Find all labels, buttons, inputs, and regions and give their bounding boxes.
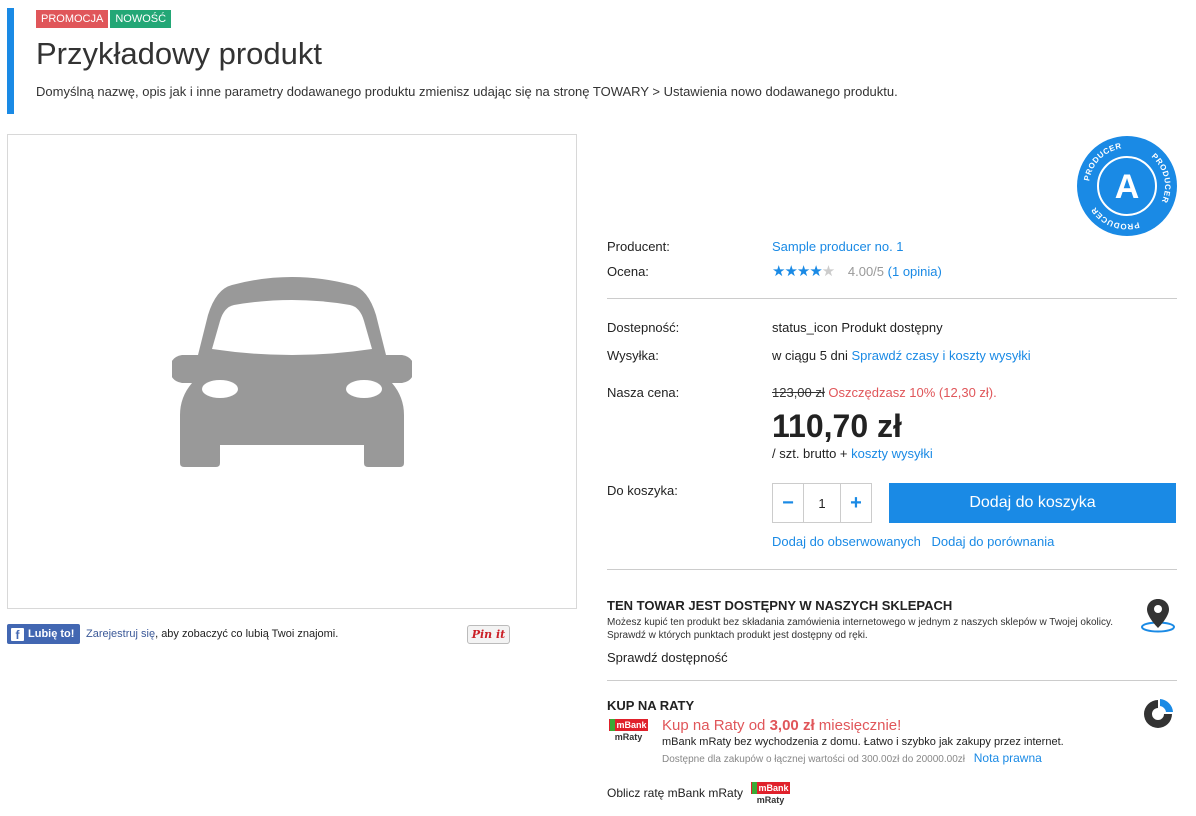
unit-text: / szt. brutto +: [772, 446, 848, 461]
compare-link[interactable]: Dodaj do porównania: [932, 534, 1055, 549]
pinterest-button[interactable]: Pin it: [467, 625, 510, 644]
facebook-text: Zarejestruj się, aby zobaczyć co lubią T…: [86, 628, 338, 640]
mbank-logo: mBank mRaty: [609, 719, 648, 743]
mbank-logo-bottom: mRaty: [614, 732, 643, 742]
like-label: Lubię to!: [28, 628, 75, 640]
mbank-logo-small[interactable]: mBank mRaty: [751, 782, 790, 806]
decrease-button[interactable]: −: [773, 484, 803, 522]
price-unit: / szt. brutto + koszty wysyłki: [772, 446, 933, 461]
badge-group: PROMOCJA NOWOŚĆ: [36, 10, 172, 28]
promo-badge: PROMOCJA: [36, 10, 109, 28]
installments-chart-icon: [1144, 699, 1173, 728]
rating-stars[interactable]: ★★★★★: [772, 262, 835, 280]
producer-logo[interactable]: PRODUCER PRODUCER PRODUCER A: [1077, 136, 1177, 236]
price-info: 123,00 zł Oszczędzasz 10% (12,30 zł).: [772, 385, 997, 400]
map-pin-icon: [1141, 599, 1175, 633]
shipping-label: Wysyłka:: [607, 348, 659, 363]
register-link[interactable]: Zarejestruj się: [86, 628, 155, 640]
status-icon: status_icon: [772, 320, 838, 335]
product-description: Domyślną nazwę, opis jak i inne parametr…: [36, 84, 898, 99]
old-price: 123,00 zł: [772, 385, 825, 400]
legal-note-link[interactable]: Nota prawna: [974, 751, 1042, 765]
new-badge: NOWOŚĆ: [110, 10, 172, 28]
savings-text: Oszczędzasz 10% (12,30 zł).: [828, 385, 997, 400]
current-price: 110,70 zł: [772, 408, 902, 444]
add-to-cart-button[interactable]: Dodaj do koszyka: [889, 483, 1176, 523]
headline-pre: Kup na Raty od: [662, 717, 766, 734]
stores-title: TEN TOWAR JEST DOSTĘPNY W NASZYCH SKLEPA…: [607, 598, 953, 613]
divider: [607, 298, 1177, 299]
increase-button[interactable]: +: [841, 484, 871, 522]
mbank-small-bottom: mRaty: [756, 795, 785, 805]
product-image[interactable]: [7, 134, 577, 609]
headline-amount: 3,00 zł: [769, 717, 815, 734]
mbank-small-top: mBank: [758, 783, 789, 793]
watch-link[interactable]: Dodaj do obserwowanych: [772, 534, 921, 549]
check-availability-link[interactable]: Sprawdź dostępność: [607, 650, 728, 665]
reviews-link[interactable]: (1 opinia): [888, 264, 942, 279]
quantity-stepper: − 1 +: [772, 483, 872, 523]
quantity-input[interactable]: 1: [803, 484, 841, 522]
register-rest: , aby zobaczyć co lubią Twoi znajomi.: [155, 628, 339, 640]
calc-installment-link[interactable]: Oblicz ratę mBank mRaty: [607, 786, 743, 800]
installments-headline: Kup na Raty od 3,00 zł miesięcznie!: [662, 717, 901, 734]
installments-note: Dostępne dla zakupów o łącznej wartości …: [662, 754, 965, 765]
page-title: Przykładowy produkt: [36, 36, 323, 71]
facebook-like-button[interactable]: f Lubię to!: [7, 624, 80, 644]
divider: [607, 680, 1177, 681]
divider: [607, 569, 1177, 570]
availability: status_icon Produkt dostępny: [772, 320, 943, 335]
availability-label: Dostepność:: [607, 320, 680, 335]
installments-note-row: Dostępne dla zakupów o łącznej wartości …: [662, 751, 1042, 765]
shipping-value: w ciągu 5 dni: [772, 348, 848, 363]
rating: ★★★★★ 4.00/5 (1 opinia): [772, 262, 942, 280]
producer-label: Producent:: [607, 239, 670, 254]
social-bar: f Lubię to! Zarejestruj się, aby zobaczy…: [7, 624, 513, 644]
product-header: PROMOCJA NOWOŚĆ Przykładowy produkt Domy…: [7, 8, 1187, 114]
cart-label: Do koszyka:: [607, 483, 678, 498]
stores-text: Możesz kupić ten produkt bez składania z…: [607, 617, 1113, 641]
headline-post: miesięcznie!: [818, 717, 902, 734]
shipping-costs-link[interactable]: Sprawdź czasy i koszty wysyłki: [852, 348, 1031, 363]
car-placeholder-icon: [172, 277, 412, 467]
facebook-icon: f: [11, 627, 24, 641]
installments-title: KUP NA RATY: [607, 698, 695, 713]
installments-desc: mBank mRaty bez wychodzenia z domu. Łatw…: [662, 736, 1064, 748]
mbank-logo-top: mBank: [616, 720, 647, 730]
producer-letter: A: [1115, 168, 1140, 206]
rating-score: 4.00/5: [847, 264, 885, 279]
availability-value: Produkt dostępny: [841, 320, 943, 335]
price-label: Nasza cena:: [607, 385, 680, 400]
shipping-cost-link[interactable]: koszty wysyłki: [851, 446, 933, 461]
producer-link[interactable]: Sample producer no. 1: [772, 239, 904, 254]
secondary-actions: Dodaj do obserwowanych Dodaj do porównan…: [772, 534, 1054, 549]
rating-label: Ocena:: [607, 264, 649, 279]
shipping: w ciągu 5 dni Sprawdź czasy i koszty wys…: [772, 348, 1031, 363]
